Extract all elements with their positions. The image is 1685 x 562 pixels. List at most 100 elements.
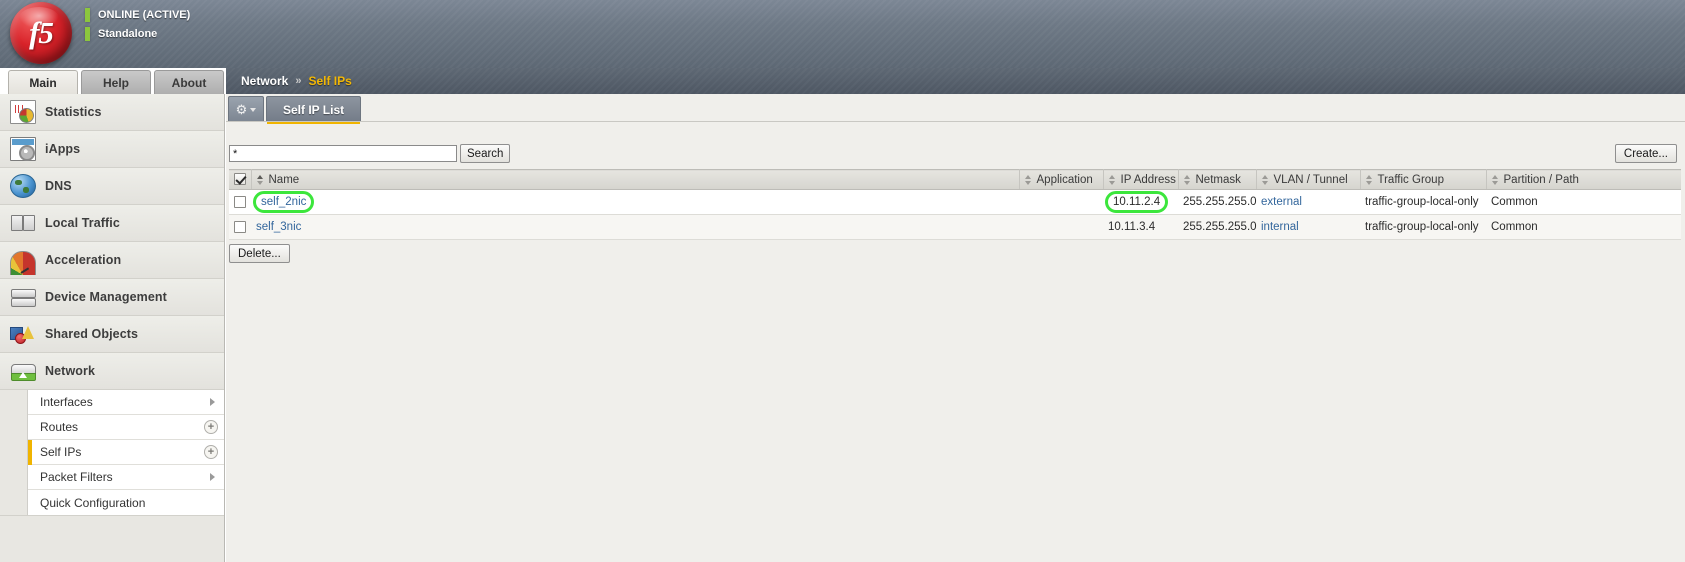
table-header-row: Name Application IP Address Netmask VLAN…: [229, 169, 1681, 190]
table-row: self_3nic 10.11.3.4 255.255.255.0 intern…: [229, 214, 1681, 240]
column-label: Name: [268, 173, 300, 186]
sidebar-item-iapps[interactable]: iApps: [0, 131, 224, 168]
gear-icon: ⚙: [235, 102, 248, 117]
sidebar-item-routes[interactable]: Routes +: [0, 415, 224, 440]
gear-menu-button[interactable]: ⚙: [228, 96, 264, 122]
tab-self-ip-list[interactable]: Self IP List: [266, 96, 362, 124]
sidebar-item-device-management[interactable]: Device Management: [0, 279, 224, 316]
cell-vlan-tunnel: external: [1256, 189, 1360, 215]
tab-main[interactable]: Main: [8, 70, 78, 94]
network-icon: [10, 359, 36, 383]
cell-ip-address: 10.11.3.4: [1103, 214, 1178, 240]
self-ip-table: Name Application IP Address Netmask VLAN…: [229, 169, 1681, 240]
table-header-name[interactable]: Name: [251, 169, 1020, 190]
cell-application: [1019, 214, 1103, 240]
shared-objects-icon: [10, 322, 36, 346]
row-checkbox[interactable]: [234, 195, 246, 208]
sidebar-item-network[interactable]: Network: [0, 353, 224, 390]
f5-logo: f5: [10, 2, 72, 64]
status-line-secondary: Standalone: [85, 26, 190, 42]
sidebar-item-statistics[interactable]: Statistics: [0, 94, 224, 131]
column-label: VLAN / Tunnel: [1273, 173, 1348, 186]
sidebar-item-label: Local Traffic: [45, 216, 120, 230]
table-header-select-all[interactable]: [229, 169, 252, 190]
table-header-ip-address[interactable]: IP Address: [1103, 169, 1179, 190]
breadcrumb-root[interactable]: Network: [241, 74, 288, 88]
tab-help[interactable]: Help: [81, 70, 151, 94]
chevron-down-icon: [250, 107, 257, 112]
vlan-tunnel-link[interactable]: external: [1261, 196, 1302, 208]
select-all-checkbox[interactable]: [233, 173, 246, 186]
sidebar-item-label: Packet Filters: [40, 470, 113, 484]
table-header-traffic-group[interactable]: Traffic Group: [1360, 169, 1487, 190]
f5-logo-text: f5: [29, 15, 54, 50]
status-indicator-bar: [85, 8, 90, 22]
sidebar-item-label: Shared Objects: [45, 327, 139, 341]
search-button[interactable]: Search: [460, 144, 511, 163]
breadcrumb-current: Self IPs: [308, 74, 352, 88]
sidebar-item-quick-configuration[interactable]: Quick Configuration: [0, 490, 224, 515]
row-select-cell[interactable]: [229, 189, 251, 215]
sidebar-item-label: Acceleration: [45, 253, 122, 267]
column-label: IP Address: [1120, 173, 1176, 186]
f5-bigip-admin-ui: f5 ONLINE (ACTIVE) Standalone Main Help …: [0, 0, 1685, 562]
status-line-primary: ONLINE (ACTIVE): [85, 7, 190, 23]
table-header-application[interactable]: Application: [1019, 169, 1104, 190]
self-ip-list-panel: Search Create...: [226, 124, 1685, 562]
cell-netmask: 255.255.255.0: [1178, 189, 1257, 215]
sort-icon: [1261, 174, 1269, 185]
row-select-cell[interactable]: [229, 214, 251, 240]
table-header-partition-path[interactable]: Partition / Path: [1486, 169, 1681, 190]
acceleration-gauge-icon: [10, 250, 36, 275]
device-status: ONLINE (ACTIVE) Standalone: [85, 7, 190, 45]
sidebar-item-label: Device Management: [45, 290, 167, 304]
sidebar-item-label: Interfaces: [40, 395, 93, 409]
sidebar-item-local-traffic[interactable]: Local Traffic: [0, 205, 224, 242]
column-label: Netmask: [1195, 173, 1241, 186]
sort-icon: [256, 174, 264, 185]
sub-tab-divider: [226, 121, 1685, 122]
device-management-icon: [10, 285, 36, 309]
sidebar-item-shared-objects[interactable]: Shared Objects: [0, 316, 224, 353]
self-ip-name-link[interactable]: self_3nic: [256, 221, 301, 233]
cell-name: self_3nic: [251, 214, 1019, 240]
tab-about[interactable]: About: [154, 70, 224, 94]
plus-circle-icon[interactable]: +: [204, 445, 218, 459]
plus-circle-icon[interactable]: +: [204, 420, 218, 434]
statistics-icon: [10, 100, 36, 124]
sidebar-item-label: Quick Configuration: [40, 495, 146, 510]
search-input[interactable]: [229, 145, 457, 162]
sidebar-item-interfaces[interactable]: Interfaces: [0, 390, 224, 415]
sidebar-item-label: Statistics: [45, 105, 102, 119]
delete-button[interactable]: Delete...: [229, 244, 290, 263]
breadcrumb-separator: »: [295, 75, 302, 87]
network-icon-marker: [19, 372, 27, 378]
ip-address-highlight: 10.11.2.4: [1104, 191, 1169, 213]
status-indicator-bar: [85, 27, 90, 41]
vlan-tunnel-link[interactable]: internal: [1261, 221, 1299, 233]
submenu-rail: [0, 415, 28, 440]
row-checkbox[interactable]: [234, 220, 246, 233]
self-ip-name-link[interactable]: self_2nic: [261, 196, 306, 208]
sidebar-item-acceleration[interactable]: Acceleration: [0, 242, 224, 279]
table-row: self_2nic 10.11.2.4 255.255.255.0 extern…: [229, 189, 1681, 215]
dns-globe-icon: [10, 174, 36, 198]
sort-icon: [1491, 174, 1499, 185]
cell-netmask: 255.255.255.0: [1178, 214, 1257, 240]
sidebar-item-dns[interactable]: DNS: [0, 168, 224, 205]
table-header-netmask[interactable]: Netmask: [1178, 169, 1257, 190]
submenu-rail: [0, 465, 28, 490]
cell-partition-path: Common: [1486, 214, 1681, 240]
chevron-right-icon: [210, 398, 215, 406]
cell-application: [1019, 189, 1103, 215]
status-primary-label: ONLINE (ACTIVE): [98, 9, 191, 21]
column-label: Traffic Group: [1377, 173, 1444, 186]
create-button[interactable]: Create...: [1614, 144, 1677, 163]
table-header-vlan-tunnel[interactable]: VLAN / Tunnel: [1256, 169, 1361, 190]
status-secondary-label: Standalone: [98, 28, 158, 40]
sidebar-item-packet-filters[interactable]: Packet Filters: [0, 465, 224, 490]
cell-ip-address: 10.11.2.4: [1103, 189, 1178, 215]
cell-vlan-tunnel: internal: [1256, 214, 1360, 240]
sidebar-item-self-ips[interactable]: Self IPs +: [0, 440, 224, 465]
iapps-icon: [10, 137, 36, 161]
